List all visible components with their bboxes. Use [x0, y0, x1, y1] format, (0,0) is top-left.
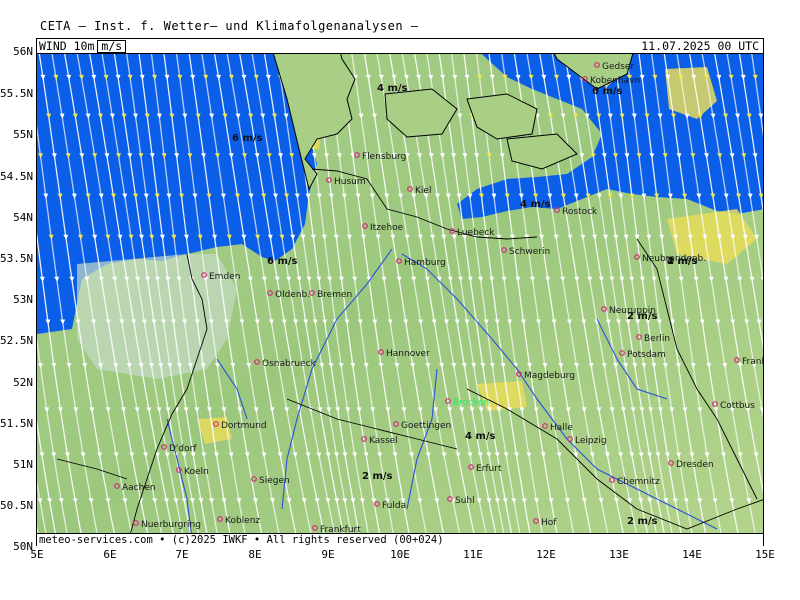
lon-label: 15E	[755, 548, 775, 561]
city-label: Kobenhavn	[590, 76, 640, 86]
lat-label: 51N	[13, 458, 33, 471]
wind-speed-label: 2 m/s	[627, 516, 658, 527]
city-label: D'dorf	[169, 444, 197, 454]
city-label: Kiel	[415, 186, 431, 196]
wind-speed-label: 4 m/s	[520, 199, 551, 210]
lon-label: 8E	[248, 548, 262, 561]
lat-label: 54.5N	[0, 170, 34, 183]
city-label: Oldenb.	[275, 290, 310, 300]
city-label: Potsdam	[627, 350, 666, 360]
wind-speed-label: 6 m/s	[232, 133, 263, 144]
lat-label: 50.5N	[0, 499, 34, 512]
wind-speed-label: 2 m/s	[362, 471, 393, 482]
city-label: Koeln	[184, 467, 209, 477]
city-label: Goettingen	[401, 421, 451, 431]
city-label: Husum	[334, 177, 366, 187]
unit-label: m/s	[97, 40, 127, 53]
lon-label: 12E	[536, 548, 556, 561]
lat-label: 55.5N	[0, 87, 34, 100]
lon-label: 13E	[609, 548, 629, 561]
city-label: Hamburg	[404, 258, 446, 268]
city-label: Leipzig	[575, 436, 607, 446]
lat-label: 55N	[13, 128, 33, 141]
city-label: Rostock	[562, 207, 598, 217]
city-label: Hof	[541, 518, 557, 528]
wind-speed-label: 2 m/s	[627, 311, 658, 322]
lat-label: 52N	[13, 376, 33, 389]
wind-speed-label: 6 m/s	[267, 256, 298, 267]
city-label: Fulda	[382, 501, 406, 511]
city-label: Nuerburgring	[141, 520, 201, 530]
map-frame: Flensburg Husum Kiel Itzehoe Luebeck Rostock S…	[36, 38, 764, 546]
valid-time: 11.07.2025 00 UTC	[641, 39, 759, 53]
wind-speed-label: 2 m/s	[667, 256, 698, 267]
city-label: Aachen	[122, 483, 156, 493]
lat-label: 51.5N	[0, 417, 34, 430]
copyright-text: meteo-services.com • (c)2025 IWKF • All …	[39, 534, 444, 546]
city-label: Bremen	[317, 290, 352, 300]
map-footer-bar: meteo-services.com • (c)2025 IWKF • All …	[37, 533, 763, 546]
city-label: Brocken	[453, 398, 489, 408]
header-title: CETA — Inst. f. Wetter— und Klimafolgena…	[40, 19, 419, 33]
lon-label: 5E	[30, 548, 44, 561]
city-label: Koblenz	[225, 516, 260, 526]
lat-label: 50N	[13, 540, 33, 553]
wind-speed-label: 4 m/s	[465, 431, 496, 442]
city-label: Erfurt	[476, 464, 502, 474]
lat-label: 56N	[13, 45, 33, 58]
map-header-bar: WIND 10m m/s 11.07.2025 00 UTC	[37, 39, 763, 54]
city-label: Hannover	[386, 349, 430, 359]
lon-label: 14E	[682, 548, 702, 561]
lon-label: 10E	[390, 548, 410, 561]
lon-label: 9E	[321, 548, 335, 561]
city-label: Emden	[209, 272, 240, 282]
lat-label: 52.5N	[0, 334, 34, 347]
param-label: WIND 10m	[39, 39, 95, 53]
city-label: Halle	[550, 423, 573, 433]
city-label: Dresden	[676, 460, 714, 470]
city-label: Siegen	[259, 476, 290, 486]
city-label: Kassel	[369, 436, 398, 446]
city-label: Dortmund	[221, 421, 267, 431]
wind-map[interactable]: Flensburg Husum Kiel Itzehoe Luebeck Rostock S…	[37, 39, 764, 546]
city-label: Suhl	[455, 496, 475, 506]
lon-label: 7E	[175, 548, 189, 561]
city-label: Magdeburg	[524, 371, 575, 381]
lat-label: 54N	[13, 211, 33, 224]
city-label: Osnabrueck	[262, 359, 317, 369]
lon-label: 6E	[103, 548, 117, 561]
city-label: Berlin	[644, 334, 670, 344]
wind-speed-label: 4 m/s	[377, 83, 408, 94]
lat-label: 53N	[13, 293, 33, 306]
city-label: Frankfurt/O	[742, 357, 764, 367]
city-label: Chemnitz	[617, 477, 660, 487]
city-label: Schwerin	[509, 247, 550, 257]
wind-speed-label: 6 m/s	[592, 86, 623, 97]
lon-label: 11E	[463, 548, 483, 561]
city-label: Itzehoe	[370, 223, 404, 233]
city-label: Luebeck	[457, 228, 495, 238]
city-label: Cottbus	[720, 401, 755, 411]
lat-label: 53.5N	[0, 252, 34, 265]
city-label: Gedser	[602, 62, 634, 72]
city-label: Flensburg	[362, 152, 406, 162]
